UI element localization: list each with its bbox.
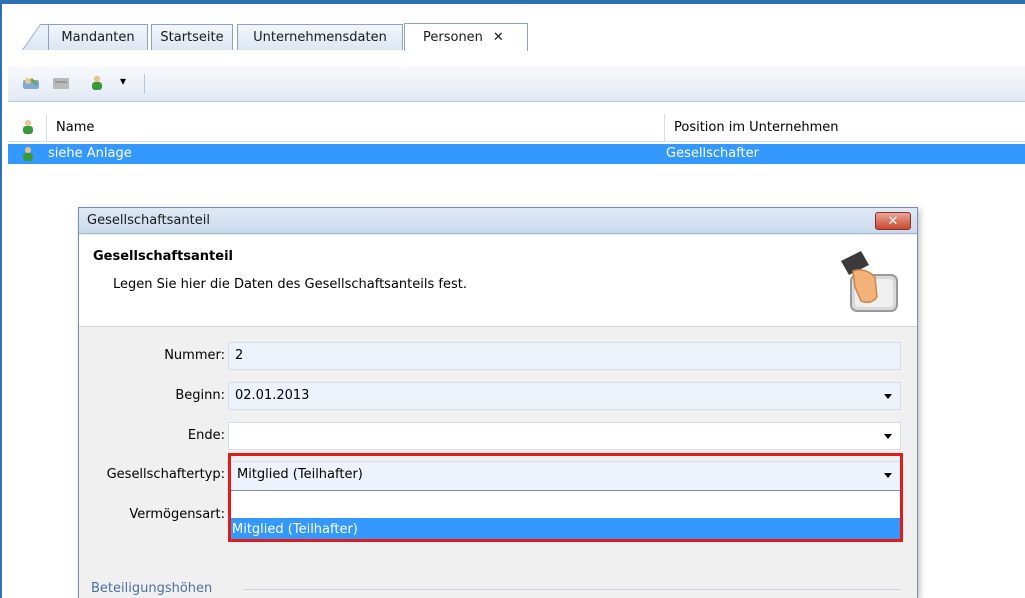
ende-field[interactable] [228, 422, 901, 450]
column-divider[interactable] [664, 114, 665, 142]
dialog-title: Gesellschaftsanteil [87, 213, 210, 228]
tab-label: Startseite [160, 30, 224, 45]
tab-personen[interactable]: Personen ✕ [404, 23, 528, 51]
beginn-label: Beginn: [175, 388, 225, 403]
toolbar: ▾ [8, 66, 1025, 102]
vermoegensart-label: Vermögensart: [129, 507, 225, 522]
chevron-down-icon[interactable] [884, 394, 892, 399]
dialog-header-subtitle: Legen Sie hier die Daten des Gesellschaf… [113, 277, 467, 292]
nummer-field[interactable]: 2 [228, 342, 901, 370]
tab-startseite[interactable]: Startseite [151, 24, 233, 50]
person-icon [23, 120, 33, 134]
grid-header: Name Position im Unternehmen [8, 114, 1025, 142]
close-button[interactable]: ✕ [875, 212, 911, 230]
group-edit-icon[interactable] [22, 75, 40, 91]
gesellschaftsanteil-dialog: Gesellschaftsanteil ✕ Gesellschaftsantei… [78, 207, 918, 598]
dialog-titlebar[interactable]: Gesellschaftsanteil ✕ [79, 208, 917, 234]
column-divider[interactable] [46, 114, 47, 142]
column-header-name[interactable]: Name [56, 120, 94, 135]
hand-card-icon [841, 251, 898, 312]
cell-position: Gesellschafter [666, 146, 759, 161]
beginn-value: 02.01.2013 [235, 388, 310, 403]
tab-label: Mandanten [61, 30, 135, 45]
gesellschaftertyp-label: Gesellschaftertyp: [106, 467, 225, 482]
tab-mandanten[interactable]: Mandanten [48, 24, 148, 50]
dropdown-arrow-icon[interactable]: ▾ [120, 74, 126, 88]
close-icon: ✕ [887, 213, 899, 229]
beginn-field[interactable]: 02.01.2013 [228, 382, 901, 410]
cell-name: siehe Anlage [48, 146, 132, 161]
tab-unternehmensdaten[interactable]: Unternehmensdaten [237, 24, 403, 50]
tab-close-icon[interactable]: ✕ [493, 30, 504, 45]
dialog-header: Gesellschaftsanteil Legen Sie hier die D… [79, 235, 917, 327]
table-row[interactable]: siehe Anlage Gesellschafter [8, 144, 1025, 164]
nummer-label: Nummer: [164, 348, 225, 363]
person-add-icon[interactable] [88, 75, 106, 91]
dialog-header-title: Gesellschaftsanteil [93, 249, 234, 264]
chevron-down-icon[interactable] [884, 434, 892, 439]
section-beteiligungshoehen: Beteiligungshöhen [91, 581, 213, 596]
person-icon [23, 147, 33, 161]
toolbar-separator [144, 74, 145, 94]
tab-label: Unternehmensdaten [253, 30, 387, 45]
nummer-value: 2 [235, 348, 244, 363]
card-icon[interactable] [52, 75, 70, 91]
column-header-position[interactable]: Position im Unternehmen [674, 120, 839, 135]
section-divider [243, 589, 901, 590]
highlight-frame [228, 453, 903, 542]
tab-label: Personen [423, 30, 483, 45]
ende-label: Ende: [187, 428, 225, 443]
